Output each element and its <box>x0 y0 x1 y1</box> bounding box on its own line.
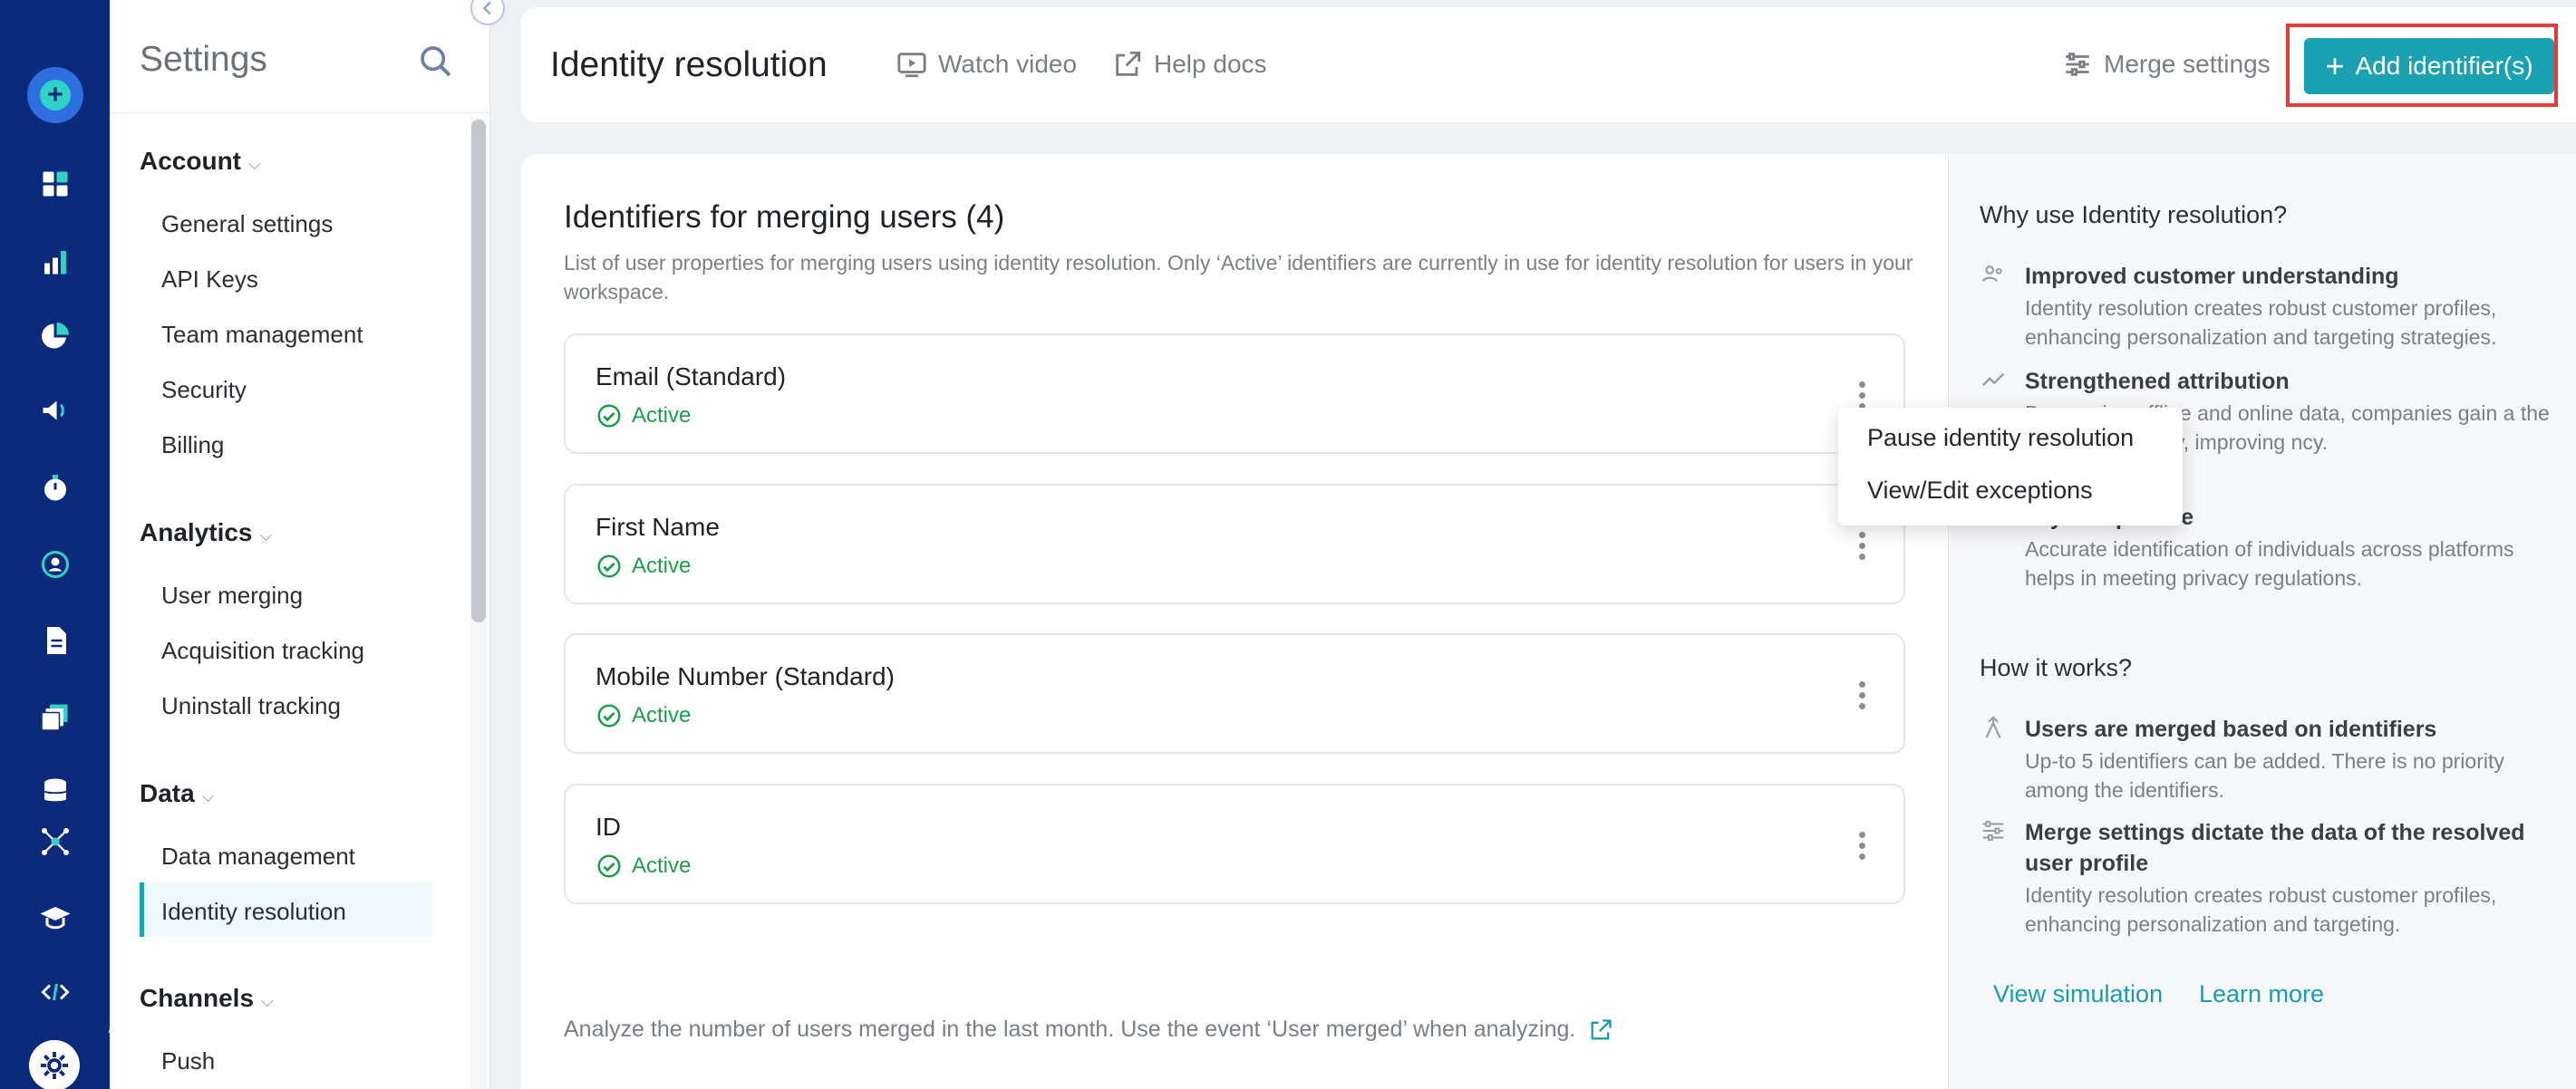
identifier-status: Active <box>596 702 691 729</box>
section-channels[interactable]: Channels ⌵ <box>140 984 274 1013</box>
users-icon <box>1981 265 2002 283</box>
identifier-name: First Name <box>596 513 720 541</box>
external-link-icon[interactable] <box>1588 1017 1613 1043</box>
integrations-icon[interactable] <box>27 814 83 870</box>
section-account[interactable]: Account ⌵ <box>140 147 261 176</box>
watch-video-link[interactable]: Watch video <box>896 49 1077 80</box>
identifier-status: Active <box>596 402 691 429</box>
nav-billing[interactable]: Billing <box>161 431 224 459</box>
merge-settings-button[interactable]: Merge settings <box>2062 49 2271 80</box>
identifier-card: Mobile Number (Standard) Active <box>564 633 1905 754</box>
plus-icon: + <box>2325 47 2345 84</box>
section-data[interactable]: Data ⌵ <box>140 779 214 808</box>
info-item-title: Merge settings dictate the data of the r… <box>2025 820 2525 876</box>
nav-acquisition-tracking[interactable]: Acquisition tracking <box>161 637 364 665</box>
identifiers-description: List of user properties for merging user… <box>564 251 1913 304</box>
page-header: Identity resolution Watch video Help doc… <box>521 7 2576 122</box>
more-options-icon[interactable] <box>1844 675 1880 715</box>
chevron-left-icon <box>482 1 491 15</box>
page-title: Identity resolution <box>550 45 828 84</box>
document-icon[interactable] <box>27 612 83 669</box>
info-item-title: Users are merged based on identifiers <box>2025 717 2437 742</box>
trend-up-icon <box>1981 372 2005 387</box>
nav-general-settings[interactable]: General settings <box>161 210 333 238</box>
identifier-name: Email (Standard) <box>596 362 787 390</box>
user-target-icon[interactable] <box>27 536 83 593</box>
identifiers-section: Identifiers for merging users (4) List o… <box>521 154 1949 1089</box>
learn-more-link[interactable]: Learn more <box>2199 980 2324 1008</box>
identifiers-heading: Identifiers for merging users (4) <box>564 199 1005 235</box>
campaigns-icon[interactable] <box>27 382 83 438</box>
sidebar-scrollbar-thumb[interactable] <box>471 120 486 622</box>
help-docs-link[interactable]: Help docs <box>1112 49 1267 80</box>
check-circle-icon <box>597 704 621 728</box>
add-identifiers-button[interactable]: + Add identifier(s) <box>2304 38 2554 94</box>
developer-icon[interactable] <box>27 964 83 1020</box>
identifier-name: Mobile Number (Standard) <box>596 662 895 690</box>
check-circle-icon <box>597 854 621 878</box>
nav-uninstall-tracking[interactable]: Uninstall tracking <box>161 692 341 720</box>
merge-icon <box>1985 716 2001 738</box>
create-button[interactable]: + <box>27 67 83 123</box>
info-panel: Why use Identity resolution? Improved cu… <box>1950 154 2576 1089</box>
how-heading: How it works? <box>1980 654 2133 681</box>
analytics-icon[interactable] <box>27 234 83 290</box>
chevron-down-icon: ⌵ <box>248 154 261 173</box>
chevron-down-icon: ⌵ <box>201 786 215 805</box>
content-library-icon[interactable] <box>27 689 83 745</box>
identifier-status: Active <box>596 853 691 880</box>
identifier-card: ID Active <box>564 784 1905 904</box>
info-item-title: Improved customer understanding <box>2025 264 2399 289</box>
settings-title: Settings <box>140 40 267 79</box>
check-circle-icon <box>597 404 621 428</box>
identifiers-panel: Identifiers for merging users (4) List o… <box>521 154 2576 1089</box>
nav-push[interactable]: Push <box>161 1047 215 1075</box>
identifier-context-menu: Pause identity resolution View/Edit exce… <box>1838 408 2183 525</box>
info-item-text: Identity resolution creates robust custo… <box>2025 883 2497 936</box>
identifier-card: First Name Active <box>564 484 1905 604</box>
view-simulation-link[interactable]: View simulation <box>1993 980 2163 1008</box>
video-icon <box>897 53 926 78</box>
info-item-text: Identity resolution creates robust custo… <box>2025 296 2497 349</box>
nav-identity-resolution[interactable]: Identity resolution <box>161 898 346 926</box>
check-circle-icon <box>597 554 621 578</box>
merged-users-note: Analyze the number of users merged in th… <box>564 1017 1613 1043</box>
view-edit-exceptions-item[interactable]: View/Edit exceptions <box>1867 477 2093 505</box>
more-options-icon[interactable] <box>1844 825 1880 865</box>
why-heading: Why use Identity resolution? <box>1980 201 2288 228</box>
gear-icon <box>29 1040 80 1089</box>
segments-icon[interactable] <box>27 308 83 364</box>
info-item-text: Accurate identification of individuals a… <box>2025 537 2514 590</box>
nav-security[interactable]: Security <box>161 376 247 404</box>
identifier-name: ID <box>596 813 621 841</box>
identifier-card: Email (Standard) Active <box>564 333 1905 454</box>
external-link-icon <box>1116 51 1141 76</box>
search-icon[interactable] <box>418 43 454 80</box>
settings-rail-item[interactable] <box>0 1033 110 1089</box>
info-item-text: Up-to 5 identifiers can be added. There … <box>2025 749 2504 802</box>
settings-sidebar: Settings Account ⌵ General settings API … <box>110 0 490 1089</box>
app-nav-rail: + <box>0 0 110 1040</box>
plus-icon: + <box>27 67 83 123</box>
sliders-icon <box>2066 53 2089 76</box>
settings-header: Settings <box>110 0 490 113</box>
sliders-icon <box>1982 821 2004 841</box>
pause-identity-resolution-item[interactable]: Pause identity resolution <box>1867 424 2134 452</box>
nav-user-merging[interactable]: User merging <box>161 582 303 610</box>
nav-team-management[interactable]: Team management <box>161 321 363 349</box>
identifier-status: Active <box>596 553 691 580</box>
nav-api-keys[interactable]: API Keys <box>161 265 258 294</box>
section-analytics[interactable]: Analytics ⌵ <box>140 518 272 547</box>
timer-icon[interactable] <box>27 460 83 516</box>
database-icon[interactable] <box>27 763 83 819</box>
academy-icon[interactable] <box>27 890 83 946</box>
chevron-down-icon: ⌵ <box>261 991 274 1010</box>
dashboard-icon[interactable] <box>27 156 83 212</box>
more-options-icon[interactable] <box>1844 525 1880 565</box>
nav-data-management[interactable]: Data management <box>161 843 355 871</box>
info-item-title: Strengthened attribution <box>2025 369 2290 394</box>
chevron-down-icon: ⌵ <box>259 525 273 544</box>
